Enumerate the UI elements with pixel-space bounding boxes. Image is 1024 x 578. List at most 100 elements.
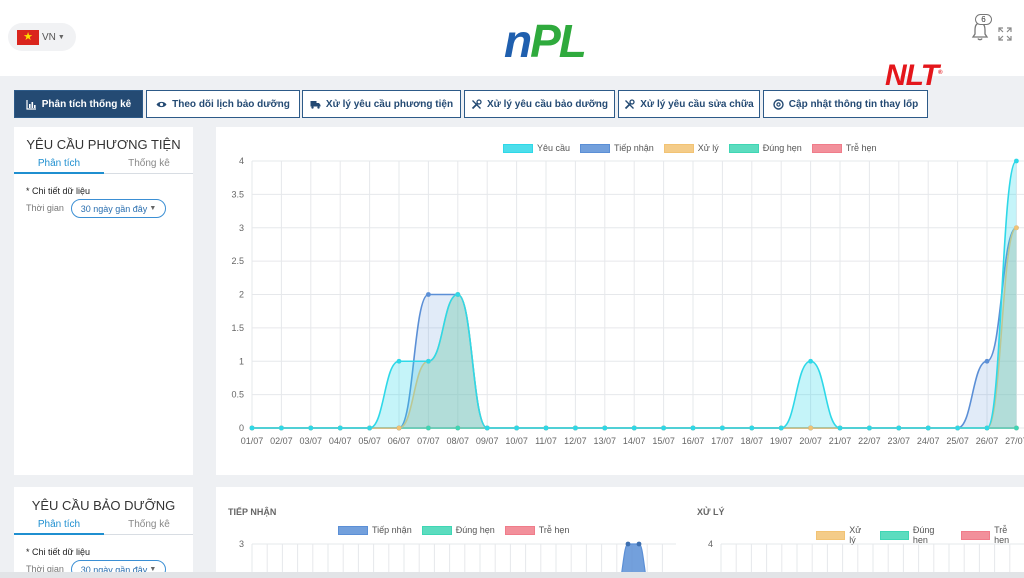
data-point[interactable]: [602, 425, 608, 431]
y-tick-label: 3.5: [231, 189, 244, 199]
x-tick-label: 08/07: [447, 436, 470, 446]
data-point[interactable]: [778, 425, 784, 431]
data-point[interactable]: [625, 541, 631, 547]
data-point[interactable]: [396, 358, 402, 364]
x-tick-label: 11/07: [535, 436, 557, 446]
time-label: Thời gian: [26, 203, 64, 213]
npl-logo: nPL: [504, 15, 587, 67]
data-point[interactable]: [1014, 425, 1019, 431]
x-tick-label: 12/07: [564, 436, 587, 446]
data-point[interactable]: [661, 425, 666, 431]
data-point[interactable]: [1014, 158, 1019, 164]
x-tick-label: 04/07: [329, 436, 352, 446]
tab-label: Xử lý yêu cầu bảo dưỡng: [486, 98, 609, 110]
x-tick-label: 10/07: [505, 436, 528, 446]
vehicle-request-panel: YÊU CẦU PHƯƠNG TIỆN Phân tích Thống kê *…: [14, 127, 193, 475]
data-point[interactable]: [925, 425, 931, 431]
data-point[interactable]: [808, 425, 813, 431]
panel-title: YÊU CẦU PHƯƠNG TIỆN: [26, 137, 181, 152]
y-tick-label: 2.5: [231, 256, 244, 266]
data-point[interactable]: [514, 425, 519, 431]
data-point[interactable]: [426, 358, 431, 364]
data-point[interactable]: [455, 425, 461, 431]
data-point[interactable]: [749, 425, 755, 431]
data-point[interactable]: [720, 425, 725, 431]
data-point[interactable]: [367, 425, 372, 431]
data-point[interactable]: [543, 425, 549, 431]
x-tick-label: 17/07: [711, 436, 734, 446]
tire-icon: [773, 98, 784, 110]
data-point[interactable]: [631, 425, 637, 431]
subtab-underline: [14, 533, 104, 535]
panel-subtabs: Phân tích Thống kê: [14, 156, 193, 174]
data-point[interactable]: [837, 425, 843, 431]
subtab-analysis[interactable]: Phân tích: [14, 158, 104, 169]
y-tick-label: 1: [239, 356, 244, 366]
x-tick-label: 21/07: [829, 436, 852, 446]
subtab-statistics[interactable]: Thống kê: [104, 519, 194, 530]
data-point[interactable]: [279, 425, 284, 431]
tab-label: Theo dõi lịch bảo dưỡng: [172, 98, 290, 110]
top-header: ★ VN ▼ nPL 6: [0, 0, 1024, 76]
subtab-analysis[interactable]: Phân tích: [14, 519, 104, 530]
vietnam-flag-icon: ★: [17, 29, 39, 45]
data-detail-label: * Chi tiết dữ liệu: [26, 547, 91, 557]
data-point[interactable]: [955, 425, 960, 431]
subtab-statistics[interactable]: Thống kê: [104, 158, 194, 169]
nlt-logo: NLT®: [885, 59, 943, 92]
data-point[interactable]: [337, 425, 343, 431]
data-point[interactable]: [867, 425, 872, 431]
data-point[interactable]: [396, 425, 402, 431]
tab-repair-requests[interactable]: Xử lý yêu cầu sửa chữa: [618, 90, 760, 118]
data-point[interactable]: [455, 292, 461, 297]
tab-label: Xử lý yêu cầu sửa chữa: [640, 98, 754, 110]
tab-label: Cập nhật thông tin thay lốp: [788, 98, 919, 110]
maintenance-chart-panel: TIẾP NHẬN Tiếp nhận Đúng hẹn Trễ hẹn XỬ LÝ…: [216, 487, 1024, 578]
data-point[interactable]: [249, 425, 255, 431]
x-tick-label: 06/07: [388, 436, 411, 446]
time-range-value: 30 ngày gần đây: [80, 203, 148, 214]
caret-down-icon: ▼: [57, 33, 65, 41]
data-point[interactable]: [484, 425, 490, 431]
data-detail-label: * Chi tiết dữ liệu: [26, 186, 91, 196]
x-tick-label: 01/07: [241, 436, 264, 446]
data-point[interactable]: [690, 425, 696, 431]
time-range-select[interactable]: 30 ngày gần đây ▼: [71, 199, 166, 218]
vehicle-request-chart: 0 0.5 1 1.5 2 2.5 3 3.5 4 01/07 02/07 03/07 04/07 05/…: [231, 156, 1024, 446]
data-point[interactable]: [984, 358, 990, 364]
x-tick-label: 15/07: [652, 436, 675, 446]
x-tick-label: 03/07: [300, 436, 323, 446]
horizontal-scrollbar[interactable]: [0, 572, 1024, 578]
data-point[interactable]: [808, 358, 813, 364]
bar-chart-icon: [26, 99, 36, 110]
truck-icon: [310, 100, 321, 109]
tab-maintenance-requests[interactable]: Xử lý yêu cầu bảo dưỡng: [464, 90, 615, 118]
tab-vehicle-requests[interactable]: Xử lý yêu cầu phương tiện: [302, 90, 461, 118]
tab-label: Phân tích thống kê: [41, 98, 132, 110]
fullscreen-icon[interactable]: [998, 27, 1012, 41]
eye-icon: [156, 101, 167, 107]
x-tick-label: 27/07: [1005, 436, 1024, 446]
data-point[interactable]: [426, 425, 431, 431]
data-point[interactable]: [426, 292, 431, 297]
y-tick-label: 4: [239, 156, 244, 166]
data-point[interactable]: [984, 425, 990, 431]
data-point[interactable]: [308, 425, 314, 431]
tools-icon: [625, 98, 635, 109]
y-tick-label: 3: [239, 539, 244, 549]
data-point[interactable]: [573, 425, 578, 431]
data-point[interactable]: [896, 425, 902, 431]
tools-icon: [471, 98, 482, 109]
x-tick-label: 16/07: [682, 436, 705, 446]
x-tick-label: 13/07: [594, 436, 617, 446]
tab-tire-update[interactable]: Cập nhật thông tin thay lốp: [763, 90, 928, 118]
x-tick-label: 20/07: [799, 436, 822, 446]
tab-maintenance-schedule[interactable]: Theo dõi lịch bảo dưỡng: [146, 90, 300, 118]
data-point[interactable]: [1014, 225, 1019, 231]
x-tick-label: 18/07: [741, 436, 764, 446]
tab-statistics[interactable]: Phân tích thống kê: [14, 90, 143, 118]
x-tick-label: 22/07: [858, 436, 881, 446]
x-tick-label: 14/07: [623, 436, 646, 446]
data-point[interactable]: [636, 541, 642, 547]
language-selector[interactable]: ★ VN ▼: [8, 23, 76, 51]
